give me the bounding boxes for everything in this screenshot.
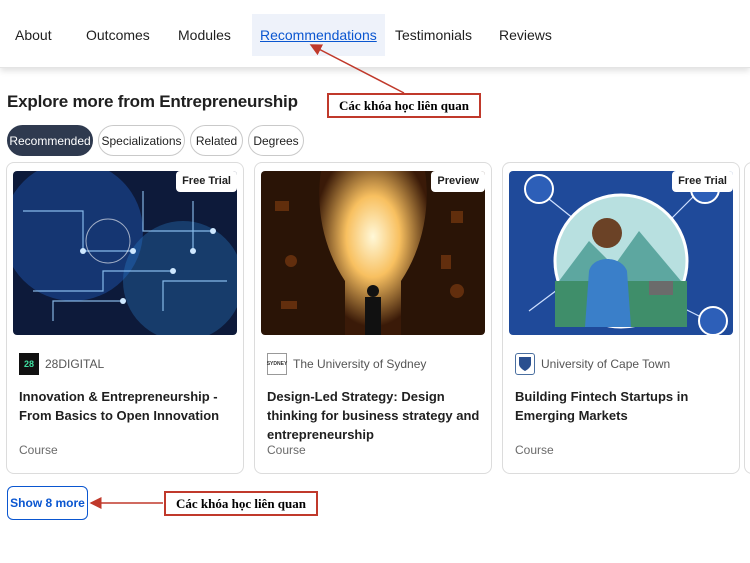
tab-outcomes[interactable]: Outcomes [78,14,158,56]
course-card-partial[interactable] [744,162,750,474]
partner-name: SYDNEY The University of Sydney [267,353,426,375]
course-title[interactable]: Building Fintech Startups in Emerging Ma… [515,387,729,425]
annotation-label-bottom: Các khóa học liên quan [164,491,318,516]
tab-reviews[interactable]: Reviews [491,14,560,56]
partner-name: University of Cape Town [515,353,670,375]
tab-testimonials[interactable]: Testimonials [387,14,480,56]
partner-logo-icon: SYDNEY [267,353,287,375]
course-type: Course [19,443,58,457]
tab-about[interactable]: About [7,14,60,56]
course-type: Course [267,443,306,457]
tab-modules[interactable]: Modules [170,14,239,56]
course-type: Course [515,443,554,457]
partner-logo-icon: 28 [19,353,39,375]
partner-label: 28DIGITAL [45,357,105,371]
chip-degrees[interactable]: Degrees [248,125,304,156]
course-thumbnail [509,171,733,335]
shield-icon [515,353,535,375]
partner-name: 28 28DIGITAL [19,353,104,375]
tab-recommendations[interactable]: Recommendations [252,14,385,56]
course-title[interactable]: Innovation & Entrepreneurship - From Bas… [19,387,233,425]
chip-recommended[interactable]: Recommended [7,125,93,156]
course-thumbnail [261,171,485,335]
section-title: Explore more from Entrepreneurship [7,92,298,111]
course-card[interactable]: Preview SYDNEY The University of Sydney … [254,162,492,474]
free-trial-badge: Free Trial [672,171,733,192]
course-section-nav: About Outcomes Modules Recommendations T… [0,0,750,68]
preview-badge: Preview [431,171,485,192]
free-trial-badge: Free Trial [176,171,237,192]
course-card[interactable]: Free Trial 28 28DIGITAL Innovation & Ent… [6,162,244,474]
course-title[interactable]: Design-Led Strategy: Design thinking for… [267,387,481,444]
chip-related[interactable]: Related [190,125,243,156]
chip-specializations[interactable]: Specializations [98,125,185,156]
partner-label: The University of Sydney [293,357,427,371]
course-card[interactable]: Free Trial University of Cape Town Build… [502,162,740,474]
show-more-button[interactable]: Show 8 more [7,486,88,520]
annotation-label-top: Các khóa học liên quan [327,93,481,118]
partner-label: University of Cape Town [541,357,671,371]
course-thumbnail [13,171,237,335]
